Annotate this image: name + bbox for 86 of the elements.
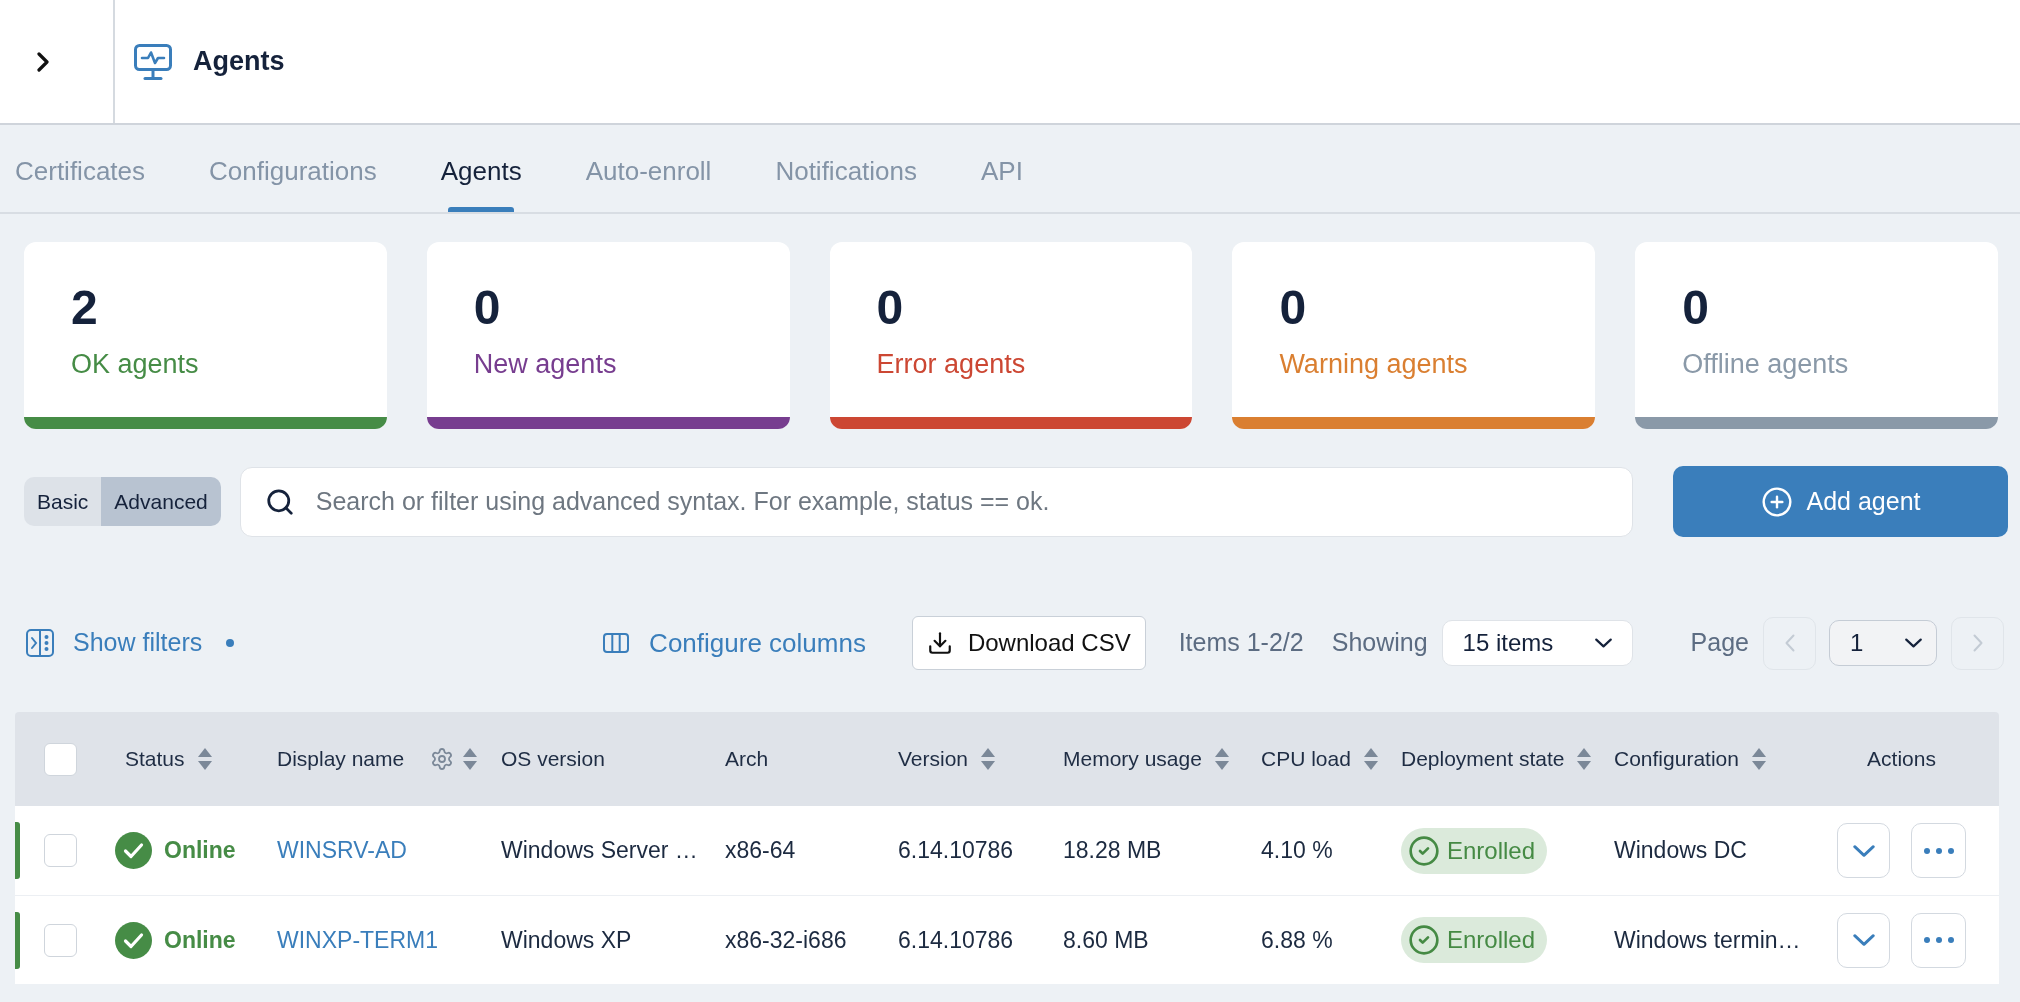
configure-columns-button[interactable]: Configure columns <box>603 623 866 663</box>
page-select[interactable]: 1 <box>1829 620 1937 666</box>
stat-label: OK agents <box>71 351 199 378</box>
column-header[interactable]: Memory usage <box>1063 743 1202 775</box>
table-cell: 6.14.10786 <box>898 926 1014 953</box>
deployment-state-label: Enrolled <box>1447 835 1536 866</box>
ellipsis-icon <box>1923 847 1954 854</box>
status-label: Online <box>164 836 236 866</box>
ellipsis-icon <box>1923 937 1954 943</box>
monitor-pulse-icon <box>134 43 172 80</box>
table-cell: x86-64 <box>725 837 796 864</box>
tab[interactable]: Agents <box>440 125 522 212</box>
sort-icon[interactable] <box>463 748 478 770</box>
settings-icon[interactable] <box>430 747 455 771</box>
row-checkbox[interactable] <box>44 923 77 957</box>
expand-row-button[interactable] <box>1837 912 1890 968</box>
more-actions-button[interactable] <box>1911 912 1966 968</box>
filter-panel-icon <box>26 629 54 657</box>
table-cell: 6.14.10786 <box>898 837 1014 864</box>
table-cell: Windows Server … <box>501 837 698 864</box>
column-header[interactable]: Deployment state <box>1401 743 1565 775</box>
showing-label: Showing <box>1331 627 1428 659</box>
table-cell: 8.60 MB <box>1063 926 1149 953</box>
row-checkbox[interactable] <box>44 834 77 867</box>
column-header: Actions <box>1867 746 1936 773</box>
stat-label: Offline agents <box>1682 351 1849 378</box>
chevron-down-icon <box>1852 844 1875 857</box>
show-filters-button[interactable]: Show filters <box>26 624 203 662</box>
chevron-down-icon <box>1852 934 1875 946</box>
stat-value: 0 <box>473 284 501 332</box>
page-size-select[interactable]: 15 items <box>1441 620 1633 666</box>
sort-icon[interactable] <box>981 748 996 770</box>
column-header[interactable]: CPU load <box>1261 743 1351 775</box>
column-header: OS version <box>501 746 605 773</box>
stat-value: 0 <box>1279 284 1307 332</box>
download-csv-button[interactable]: Download CSV <box>911 616 1146 670</box>
stat-value: 0 <box>876 284 904 332</box>
check-circle-icon <box>115 832 152 869</box>
search-mode-toggle[interactable]: Basic <box>24 477 102 526</box>
status-label: Online <box>164 925 236 955</box>
stat-label: New agents <box>473 351 617 378</box>
download-icon <box>926 630 953 656</box>
chevron-right-icon <box>37 51 49 72</box>
check-circle-icon <box>1408 924 1440 956</box>
sort-icon[interactable] <box>1363 748 1378 770</box>
search-icon <box>264 486 295 517</box>
deployment-state-label: Enrolled <box>1447 925 1536 955</box>
column-header: Arch <box>725 746 769 773</box>
table-cell: 4.10 % <box>1261 837 1333 864</box>
stat-value: 0 <box>1682 284 1709 332</box>
search-mode-toggle[interactable]: Advanced <box>101 477 221 526</box>
more-actions-button[interactable] <box>1911 823 1966 878</box>
select-all-checkbox[interactable] <box>44 742 77 776</box>
column-header[interactable]: Status <box>125 743 185 775</box>
chevron-left-icon <box>1784 634 1795 652</box>
column-header[interactable]: Display name <box>277 743 405 775</box>
stat-label: Error agents <box>876 351 1026 378</box>
table-cell: Windows XP <box>501 926 632 953</box>
column-header[interactable]: Version <box>898 743 969 775</box>
columns-icon <box>603 633 630 653</box>
page-title: Agents <box>193 45 285 79</box>
sort-icon[interactable] <box>1214 748 1229 770</box>
expand-row-button[interactable] <box>1837 823 1890 878</box>
column-header[interactable]: Configuration <box>1614 743 1739 775</box>
page-label: Page <box>1690 627 1749 659</box>
search-field[interactable]: Search or filter using advanced syntax. For example, status == ok. <box>239 466 1633 537</box>
sort-icon[interactable] <box>1751 748 1766 770</box>
table-cell: Windows termin… <box>1614 926 1801 953</box>
sort-icon[interactable] <box>197 748 212 770</box>
agent-link[interactable]: WINXP-TERM1 <box>277 926 438 953</box>
stat-value: 2 <box>71 284 98 332</box>
chevron-right-icon <box>1972 634 1983 652</box>
add-agent-button[interactable]: Add agent <box>1673 466 2008 537</box>
chevron-down-icon <box>1594 638 1612 648</box>
sort-icon[interactable] <box>1577 748 1592 770</box>
stat-label: Warning agents <box>1279 351 1468 378</box>
check-circle-icon <box>1408 834 1440 867</box>
items-count: Items 1-2/2 <box>1178 627 1304 659</box>
table-cell: 6.88 % <box>1261 926 1333 953</box>
table-cell: 18.28 MB <box>1063 837 1162 864</box>
table-cell: x86-32-i686 <box>725 926 847 953</box>
plus-circle-icon <box>1760 485 1793 518</box>
table-cell: Windows DC <box>1614 837 1747 864</box>
check-circle-icon <box>115 921 152 959</box>
chevron-down-icon <box>1905 638 1922 648</box>
agent-link[interactable]: WINSRV-AD <box>277 837 407 864</box>
